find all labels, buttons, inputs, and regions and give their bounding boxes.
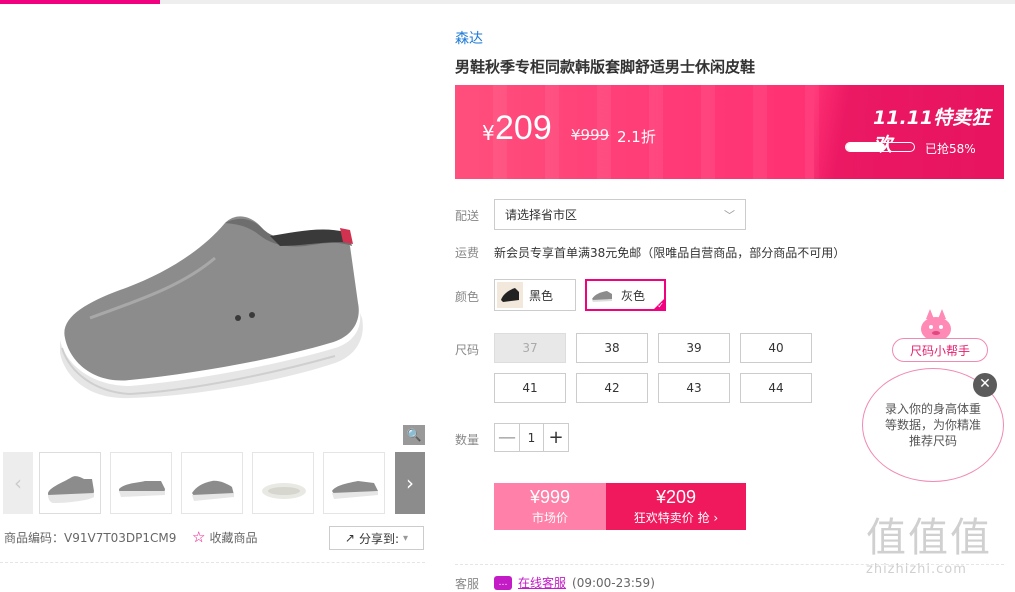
market-price: ¥999: [529, 487, 571, 507]
brand-link[interactable]: 森达: [455, 28, 483, 48]
favorite-button[interactable]: ☆ 收藏商品: [192, 528, 257, 546]
color-option-label: 黑色: [529, 288, 554, 303]
service-label: 客服: [455, 577, 480, 591]
size-option-39[interactable]: 39: [658, 333, 730, 363]
color-swatch-gray: [589, 282, 615, 308]
quantity-label: 数量: [455, 433, 480, 447]
market-price-block: ¥999 市场价: [494, 483, 606, 530]
close-icon[interactable]: ✕: [973, 373, 997, 397]
delivery-label: 配送: [455, 209, 480, 223]
delivery-region-value: 请选择省市区: [505, 208, 578, 222]
sold-progress-bar: [845, 142, 915, 152]
original-price: ¥999: [571, 126, 610, 144]
thumbnail-5[interactable]: [323, 452, 385, 514]
top-bar-accent: [0, 0, 160, 4]
quantity-increase-button[interactable]: +: [544, 424, 568, 451]
size-helper-tag[interactable]: 尺码小帮手: [892, 338, 988, 362]
share-icon: ↗: [344, 531, 355, 545]
color-swatch-black: [497, 282, 523, 308]
size-option-37[interactable]: 37: [494, 333, 566, 363]
chevron-right-icon: ›: [713, 511, 719, 525]
size-option-44[interactable]: 44: [740, 373, 812, 403]
main-product-image[interactable]: [0, 18, 425, 446]
online-service-link[interactable]: 在线客服: [518, 574, 566, 591]
color-option-label: 灰色: [621, 288, 646, 303]
chevron-down-icon: ▾: [403, 532, 409, 544]
size-helper-text: 录入你的身高体重等数据，为你精准推荐尺码: [884, 402, 981, 448]
quantity-stepper: — 1 +: [494, 423, 569, 452]
quantity-input[interactable]: 1: [519, 424, 544, 451]
chat-icon: …: [494, 575, 512, 590]
checkmark-icon: ✓: [657, 301, 664, 310]
size-option-43[interactable]: 43: [658, 373, 730, 403]
size-option-42[interactable]: 42: [576, 373, 648, 403]
freight-text: 新会员专享首单满38元免邮（限唯品自营商品，部分商品不可用）: [494, 246, 846, 260]
customer-service: … 在线客服 (09:00-23:59): [494, 574, 655, 591]
sale-price: 209: [495, 109, 552, 147]
quantity-decrease-button[interactable]: —: [495, 424, 519, 451]
thumbnail-4[interactable]: [252, 452, 314, 514]
promo-banner: ¥ 209 ¥999 2.1折 11.11特卖狂欢 已抢58%: [455, 85, 1004, 179]
thumbnail-2[interactable]: [110, 452, 172, 514]
left-divider: [0, 562, 425, 563]
chevron-down-icon: ﹀: [724, 208, 735, 222]
star-icon: ☆: [192, 528, 206, 546]
discount-label: 2.1折: [617, 128, 656, 146]
sold-progress-fill: [846, 143, 886, 151]
color-label: 颜色: [455, 290, 480, 304]
sale-price-button-price: ¥209: [655, 487, 697, 507]
magnifier-icon[interactable]: 🔍: [403, 425, 425, 445]
freight-label: 运费: [455, 246, 480, 260]
share-label: 分享到:: [358, 531, 400, 546]
thumbnail-1[interactable]: [39, 452, 101, 514]
top-progress-bar: [0, 0, 1015, 4]
delivery-region-select[interactable]: 请选择省市区 ﹀: [494, 199, 746, 230]
buy-now-button[interactable]: ¥209 狂欢特卖价 抢 ›: [606, 483, 746, 530]
sold-percent-label: 已抢58%: [925, 142, 976, 156]
watermark-logo: 值值值: [866, 515, 992, 561]
price-currency: ¥: [482, 121, 495, 145]
thumbnail-3[interactable]: [181, 452, 243, 514]
buy-now-label: 狂欢特卖价 抢 ›: [634, 509, 718, 526]
service-hours: (09:00-23:59): [572, 575, 655, 590]
favorite-label: 收藏商品: [209, 530, 258, 545]
buy-bar: ¥999 市场价 ¥209 狂欢特卖价 抢 ›: [494, 483, 746, 530]
watermark-url: zhizhizhi.com: [866, 562, 967, 577]
product-title: 男鞋秋季专柜同款韩版套脚舒适男士休闲皮鞋: [455, 58, 756, 76]
size-label: 尺码: [455, 343, 480, 357]
buy-now-text: 狂欢特卖价 抢: [633, 511, 710, 525]
size-option-38[interactable]: 38: [576, 333, 648, 363]
thumbnail-prev-button[interactable]: ‹: [3, 452, 33, 514]
color-option-gray[interactable]: 灰色 ✓: [585, 279, 666, 311]
watermark: 值值值 zhizhizhi.com: [866, 514, 1011, 588]
thumbnail-next-button[interactable]: ›: [395, 452, 425, 514]
market-price-label: 市场价: [531, 511, 568, 525]
size-option-41[interactable]: 41: [494, 373, 566, 403]
size-option-40[interactable]: 40: [740, 333, 812, 363]
product-code: 商品编码：V91V7T03DP1CM9: [4, 531, 177, 545]
share-button[interactable]: ↗ 分享到: ▾: [329, 526, 424, 550]
color-option-black[interactable]: 黑色: [494, 279, 576, 311]
